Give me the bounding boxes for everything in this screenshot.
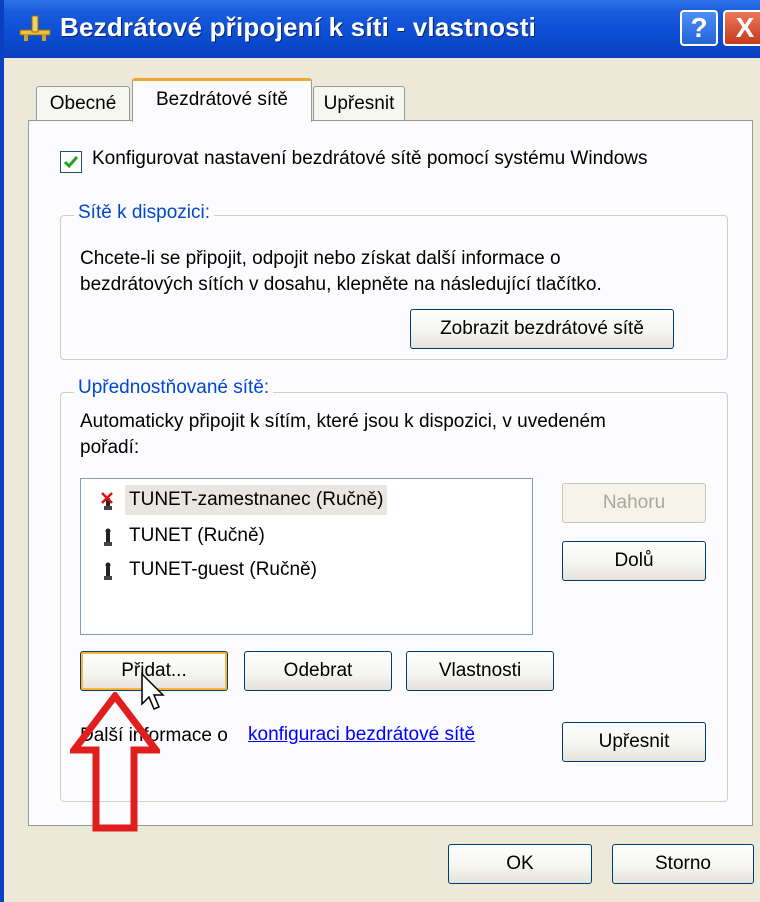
- list-item-label: TUNET (Ručně): [129, 525, 265, 546]
- move-up-button[interactable]: Nahoru: [562, 483, 706, 523]
- antenna-icon: [104, 562, 112, 580]
- help-button[interactable]: ?: [680, 10, 718, 46]
- properties-button[interactable]: Vlastnosti: [406, 651, 554, 691]
- network-connection-icon: [19, 15, 51, 41]
- available-networks-text-line1: Chcete-li se připojit, odpojit nebo získ…: [80, 248, 561, 269]
- wireless-config-link[interactable]: konfiguraci bezdrátové sítě: [248, 724, 475, 746]
- list-item-label: TUNET-zamestnanec (Ručně): [125, 485, 388, 515]
- close-button[interactable]: X: [723, 10, 760, 46]
- preferred-networks-text-line1: Automaticky připojit k sítím, které jsou…: [80, 411, 606, 432]
- preferred-networks-legend: Upřednostňované sítě:: [74, 377, 274, 399]
- advanced-button[interactable]: Upřesnit: [562, 722, 706, 762]
- checkmark-icon: [63, 156, 79, 169]
- antenna-icon: [104, 528, 112, 546]
- remove-button[interactable]: Odebrat: [244, 651, 392, 691]
- window-title: Bezdrátové připojení k síti - vlastnosti: [60, 12, 537, 42]
- tab-general[interactable]: Obecné: [36, 86, 130, 120]
- preferred-networks-text-line2: pořadí:: [80, 437, 140, 458]
- antenna-error-icon: [101, 492, 113, 510]
- view-wireless-networks-button[interactable]: Zobrazit bezdrátové sítě: [410, 309, 674, 349]
- cancel-button[interactable]: Storno: [612, 844, 754, 884]
- configure-windows-label[interactable]: Konfigurovat nastavení bezdrátové sítě p…: [92, 148, 648, 170]
- title-bar[interactable]: Bezdrátové připojení k síti - vlastnosti…: [4, 0, 760, 58]
- properties-dialog: Bezdrátové připojení k síti - vlastnosti…: [0, 0, 760, 902]
- preferred-networks-list[interactable]: TUNET-zamestnanec (Ručně) TUNET (Ručně) …: [80, 478, 533, 635]
- move-down-button[interactable]: Dolů: [562, 541, 706, 581]
- available-networks-text-line2: bezdrátových sítích v dosahu, klepněte n…: [80, 274, 602, 295]
- tab-advanced[interactable]: Upřesnit: [313, 86, 405, 120]
- configure-windows-checkbox[interactable]: [60, 151, 82, 173]
- list-item-label: TUNET-guest (Ručně): [129, 559, 317, 580]
- ok-button[interactable]: OK: [448, 844, 592, 884]
- available-networks-legend: Sítě k dispozici:: [74, 202, 214, 224]
- mouse-pointer-icon: [141, 672, 165, 710]
- tab-wireless-networks[interactable]: Bezdrátové sítě: [132, 78, 312, 122]
- red-arrow-annotation-icon: [70, 692, 160, 832]
